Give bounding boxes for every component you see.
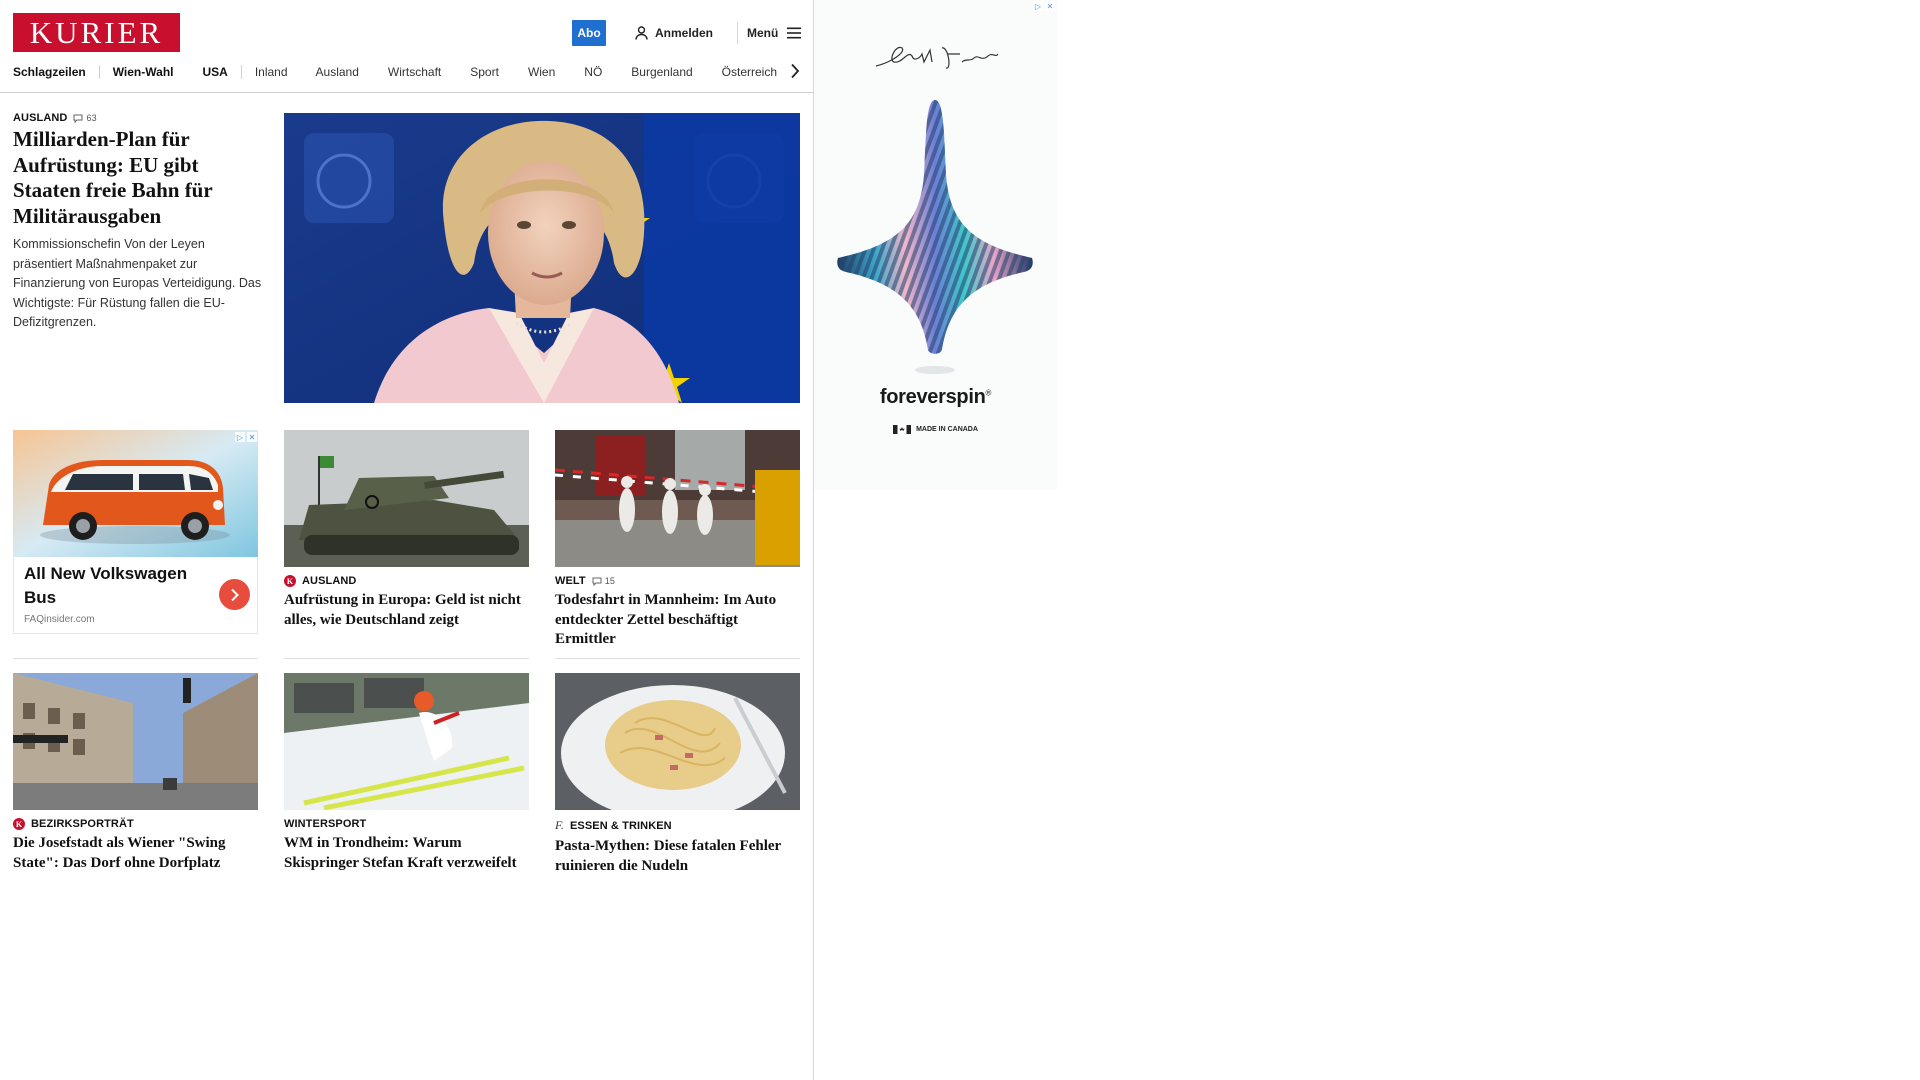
abo-button[interactable]: Abo — [572, 20, 606, 46]
nav-item-noe[interactable]: NÖ — [584, 65, 602, 79]
hamburger-icon — [787, 27, 802, 39]
article-image[interactable] — [13, 673, 258, 810]
article-section: AUSLAND — [302, 575, 357, 587]
adchoices-icon[interactable]: ▷ — [1033, 1, 1043, 11]
kurier-plus-icon: K — [284, 575, 296, 587]
nav-scroll-right[interactable] — [790, 63, 800, 79]
article-card[interactable]: WELT 15 Todesfahrt in Mannheim: Im Auto … — [555, 430, 800, 650]
article-headline[interactable]: Die Josefstadt als Wiener "Swing State":… — [13, 834, 258, 873]
freizeit-icon: f. — [555, 818, 564, 832]
site-header: KURIER Abo Anmelden Menü Schlagzeilen Wi… — [0, 0, 813, 93]
article-headline[interactable]: Todesfahrt in Mannheim: Im Auto entdeckt… — [555, 591, 800, 650]
row-divider — [284, 658, 529, 659]
ad-choices[interactable]: ▷ ✕ — [235, 432, 257, 442]
main-column: KURIER Abo Anmelden Menü Schlagzeilen Wi… — [0, 0, 814, 1080]
user-icon — [635, 26, 648, 40]
tank-illustration — [284, 430, 529, 567]
nav-item-burgenland[interactable]: Burgenland — [631, 65, 692, 79]
menu-button[interactable]: Menü — [747, 24, 802, 42]
skijumper-illustration — [284, 673, 529, 810]
chevron-right-icon — [230, 588, 239, 601]
article-card[interactable]: K AUSLAND Aufrüstung in Europa: Geld ist… — [284, 430, 529, 630]
article-image[interactable] — [555, 673, 800, 810]
ad-title[interactable]: All New Volkswagen Bus — [24, 562, 204, 610]
advertiser-brand[interactable]: foreverspin® — [814, 386, 1057, 409]
vw-bus-illustration — [13, 430, 258, 557]
article-comments: 15 — [604, 576, 615, 586]
adchoices-icon[interactable]: ▷ — [235, 432, 245, 442]
article-headline[interactable]: Pasta-Mythen: Diese fatalen Fehler ruini… — [555, 837, 800, 876]
kurier-logo[interactable]: KURIER — [13, 13, 180, 52]
made-in-text: MADE IN CANADA — [916, 426, 978, 433]
lead-section: AUSLAND — [13, 112, 68, 124]
ad-choices[interactable]: ▷ ✕ — [1033, 1, 1055, 11]
row-divider — [555, 658, 800, 659]
article-kicker: WELT 15 — [555, 575, 800, 587]
article-section: WINTERSPORT — [284, 818, 367, 830]
article-card[interactable]: WINTERSPORT WM in Trondheim: Warum Skisp… — [284, 673, 529, 873]
comment-count[interactable]: 15 — [592, 576, 615, 586]
sponsored-ad-card[interactable]: ▷ ✕ All New Volkswagen Bus FAQinsider.co… — [13, 430, 258, 634]
nav-divider — [98, 65, 100, 79]
article-image[interactable] — [555, 430, 800, 567]
row-divider — [13, 658, 258, 659]
logo-text: KURIER — [29, 15, 164, 50]
tagline-script — [875, 46, 999, 69]
article-image[interactable] — [284, 430, 529, 567]
kurier-plus-icon: K — [13, 818, 25, 830]
article-section: ESSEN & TRINKEN — [569, 819, 672, 832]
registered-mark: ® — [985, 388, 992, 398]
nav-item-wien[interactable]: Wien — [528, 65, 555, 79]
lead-article[interactable]: AUSLAND 63 Milliarden-Plan für Aufrüstun… — [13, 112, 263, 333]
canada-flag-icon — [893, 425, 912, 434]
street-illustration — [13, 673, 258, 810]
nav-divider — [240, 65, 242, 79]
advertiser-name: foreverspin — [879, 386, 986, 408]
nav-item-schlagzeilen[interactable]: Schlagzeilen — [13, 65, 86, 79]
header-divider — [737, 22, 738, 44]
article-section: WELT — [555, 575, 586, 587]
made-in-label: MADE IN CANADA — [814, 425, 1057, 434]
comment-count[interactable]: 63 — [73, 113, 97, 123]
spinning-top-illustration — [837, 100, 1033, 374]
crime-scene-illustration — [555, 430, 800, 567]
article-kicker: WINTERSPORT — [284, 818, 529, 830]
lead-teaser: Kommissionschefin Von der Leyen präsenti… — [13, 237, 262, 330]
article-card[interactable]: f. ESSEN & TRINKEN Pasta-Mythen: Diese f… — [555, 673, 800, 876]
chevron-right-icon — [791, 63, 800, 79]
close-icon[interactable]: ✕ — [1045, 1, 1055, 11]
ad-image[interactable] — [13, 430, 258, 557]
comment-icon — [592, 577, 602, 586]
article-kicker: K AUSLAND — [284, 575, 529, 587]
pasta-illustration — [555, 673, 800, 810]
menu-label: Menü — [747, 26, 779, 40]
ad-open-button[interactable] — [219, 579, 250, 610]
nav-item-inland[interactable]: Inland — [255, 65, 288, 79]
lead-headline[interactable]: Milliarden-Plan für Aufrüstung: EU gibt … — [13, 127, 263, 229]
lead-comments: 63 — [86, 113, 97, 123]
nav-item-sport[interactable]: Sport — [470, 65, 499, 79]
login-link[interactable]: Anmelden — [635, 24, 713, 42]
nav-item-usa[interactable]: USA — [202, 65, 227, 79]
article-image[interactable] — [284, 673, 529, 810]
comment-icon — [73, 114, 83, 123]
section-nav: Schlagzeilen Wien-Wahl USA Inland Auslan… — [13, 62, 813, 82]
side-advertisement[interactable]: ▷ ✕ foreverspin® MADE IN CANADA — [814, 0, 1057, 490]
login-label: Anmelden — [655, 26, 714, 40]
nav-item-wien-wahl[interactable]: Wien-Wahl — [113, 65, 174, 79]
nav-item-ausland[interactable]: Ausland — [316, 65, 359, 79]
close-icon[interactable]: ✕ — [247, 432, 257, 442]
article-kicker: f. ESSEN & TRINKEN — [555, 818, 800, 833]
nav-item-wirtschaft[interactable]: Wirtschaft — [388, 65, 441, 79]
article-section: BEZIRKSPORTRÄT — [31, 818, 134, 830]
ad-source: FAQinsider.com — [24, 614, 95, 625]
nav-item-oesterreich[interactable]: Österreich — [722, 65, 777, 79]
article-headline[interactable]: Aufrüstung in Europa: Geld ist nicht all… — [284, 591, 529, 630]
lead-image[interactable] — [284, 113, 800, 403]
article-headline[interactable]: WM in Trondheim: Warum Skispringer Stefa… — [284, 834, 529, 873]
article-kicker: K BEZIRKSPORTRÄT — [13, 818, 258, 830]
article-card[interactable]: K BEZIRKSPORTRÄT Die Josefstadt als Wien… — [13, 673, 258, 873]
lead-photo-illustration — [284, 113, 800, 403]
lead-kicker: AUSLAND 63 — [13, 112, 263, 124]
